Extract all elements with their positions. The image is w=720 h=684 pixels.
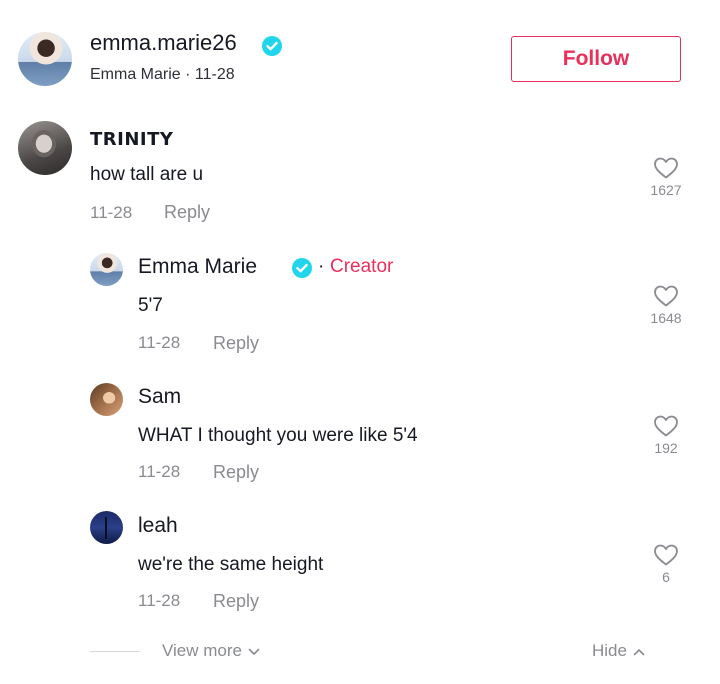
comment-username[interactable]: TRINITY	[90, 129, 173, 150]
reply-button[interactable]: Reply	[213, 333, 259, 354]
reply-date: 11-28	[138, 591, 181, 610]
heart-icon	[654, 285, 678, 307]
like-button[interactable]: 6	[636, 543, 696, 585]
author-username[interactable]: emma.marie26	[90, 30, 237, 56]
reply-text: 5'7	[138, 295, 163, 316]
reply-text: we're the same height	[138, 554, 324, 575]
like-button[interactable]: 1648	[636, 284, 696, 326]
reply-date: 11-28	[138, 333, 181, 352]
creator-badge: Creator	[330, 256, 394, 277]
hide-button[interactable]: Hide	[592, 641, 645, 661]
divider	[90, 651, 140, 652]
reply-username[interactable]: Sam	[138, 385, 181, 409]
verified-badge-icon	[262, 36, 282, 56]
replier-avatar[interactable]	[90, 253, 123, 286]
reply-username[interactable]: leah	[138, 514, 178, 538]
like-count: 1627	[650, 182, 682, 198]
like-count: 192	[654, 440, 678, 456]
separator-dot: ·	[318, 256, 325, 277]
author-meta: Emma Marie · 11-28	[90, 66, 235, 83]
chevron-down-icon	[248, 648, 260, 655]
like-count: 1648	[650, 310, 682, 326]
view-more-button[interactable]: View more	[162, 641, 260, 661]
comment-text: how tall are u	[90, 164, 204, 185]
heart-icon	[654, 544, 678, 566]
reply-button[interactable]: Reply	[213, 591, 259, 612]
chevron-up-icon	[633, 648, 645, 655]
view-more-label: View more	[162, 641, 242, 660]
hide-label: Hide	[592, 641, 627, 660]
like-count: 6	[662, 569, 670, 585]
author-avatar[interactable]	[18, 32, 72, 86]
reply-button[interactable]: Reply	[213, 462, 259, 483]
heart-icon	[654, 157, 678, 179]
comment-date: 11-28	[90, 203, 133, 222]
follow-button[interactable]: Follow	[511, 36, 681, 82]
reply-date: 11-28	[138, 462, 181, 481]
heart-icon	[654, 415, 678, 437]
reply-username[interactable]: Emma Marie	[138, 255, 257, 279]
like-button[interactable]: 192	[636, 414, 696, 456]
replier-avatar[interactable]	[90, 383, 123, 416]
replier-avatar[interactable]	[90, 511, 123, 544]
reply-text: WHAT I thought you were like 5'4	[138, 425, 418, 446]
commenter-avatar[interactable]	[18, 121, 72, 175]
verified-badge-icon	[292, 258, 312, 278]
reply-button[interactable]: Reply	[164, 202, 210, 223]
like-button[interactable]: 1627	[636, 156, 696, 198]
